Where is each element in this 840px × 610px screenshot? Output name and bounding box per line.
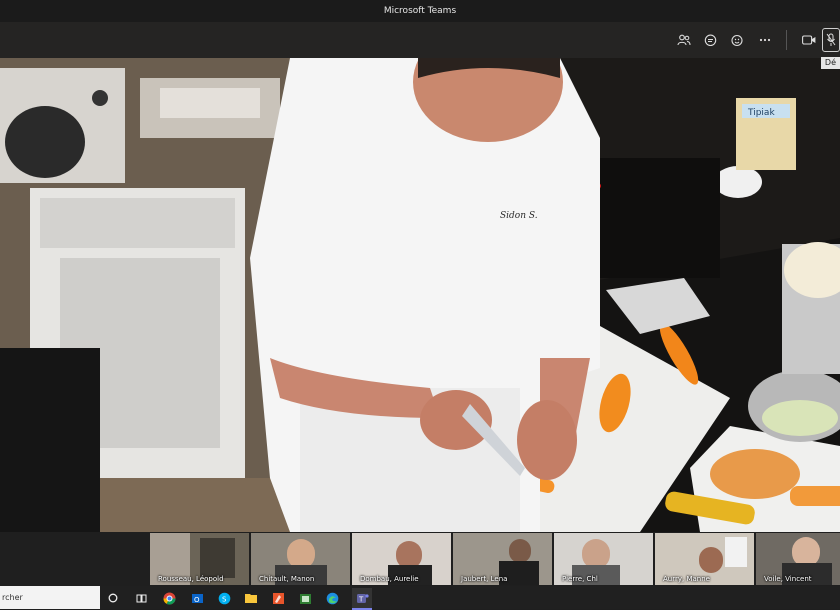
svg-text:S: S (222, 595, 227, 603)
participants-icon[interactable] (670, 26, 697, 54)
svg-text:T: T (358, 595, 364, 603)
window-title: Microsoft Teams (383, 6, 457, 16)
package-label: Tipiak (747, 108, 775, 118)
participant-name: Pierre, Chl (562, 575, 598, 583)
search-text: rcher (2, 593, 23, 602)
store-icon[interactable] (297, 590, 313, 606)
chat-icon[interactable] (697, 26, 724, 54)
toolbar-separator (786, 30, 787, 50)
skype-icon[interactable]: S (216, 590, 232, 606)
meeting-toolbar (0, 22, 840, 59)
participant-tile[interactable]: Dombau, Aurelie (352, 533, 451, 585)
svg-text:O: O (194, 596, 200, 604)
mic-icon[interactable] (822, 28, 840, 52)
more-icon[interactable] (751, 26, 778, 54)
taskbar-search-box[interactable]: rcher (0, 586, 100, 609)
kitchen-scene: Tipiak Sidon S. (0, 58, 840, 532)
participant-name: Jaubert, Lena (461, 575, 508, 583)
meeting-controls (670, 22, 840, 58)
office-app-icon[interactable] (270, 590, 286, 606)
participant-tile[interactable]: Jaubert, Lena (453, 533, 552, 585)
task-view-icon[interactable] (133, 590, 149, 606)
cortana-icon[interactable] (105, 590, 121, 606)
participant-tile[interactable]: Aurry, Manne (655, 533, 754, 585)
file-explorer-icon[interactable] (243, 590, 259, 606)
participant-name: Chitault, Manon (259, 575, 315, 583)
main-video-feed: Tipiak Sidon S. (0, 58, 840, 532)
outlook-icon[interactable]: O (189, 590, 205, 606)
jacket-embroidery: Sidon S. (500, 211, 538, 221)
participant-name: Aurry, Manne (663, 575, 710, 583)
mic-tooltip: Dé (820, 57, 840, 69)
windows-taskbar: rcher O S T (0, 586, 840, 610)
chrome-icon[interactable] (161, 590, 177, 606)
participant-tile[interactable]: Pierre, Chl (554, 533, 653, 585)
participant-tile[interactable]: Chitault, Manon (251, 533, 350, 585)
teams-taskbar-icon[interactable]: T (352, 588, 372, 610)
participant-strip: Rousseau, Léopold Chitault, Manon Dombau… (0, 532, 840, 586)
squash (710, 449, 800, 499)
participant-name: Dombau, Aurelie (360, 575, 419, 583)
participant-name: Voile, Vincent (764, 575, 812, 583)
camera-icon[interactable] (795, 26, 822, 54)
edge-icon[interactable] (324, 590, 340, 606)
tooltip-text: Dé (824, 58, 836, 67)
participant-tile[interactable]: Rousseau, Léopold (150, 533, 249, 585)
reactions-icon[interactable] (724, 26, 751, 54)
window-title-bar: Microsoft Teams (0, 0, 840, 22)
right-hand (517, 400, 577, 480)
participant-name: Rousseau, Léopold (158, 575, 224, 583)
participant-tile[interactable]: Voile, Vincent (756, 533, 840, 585)
